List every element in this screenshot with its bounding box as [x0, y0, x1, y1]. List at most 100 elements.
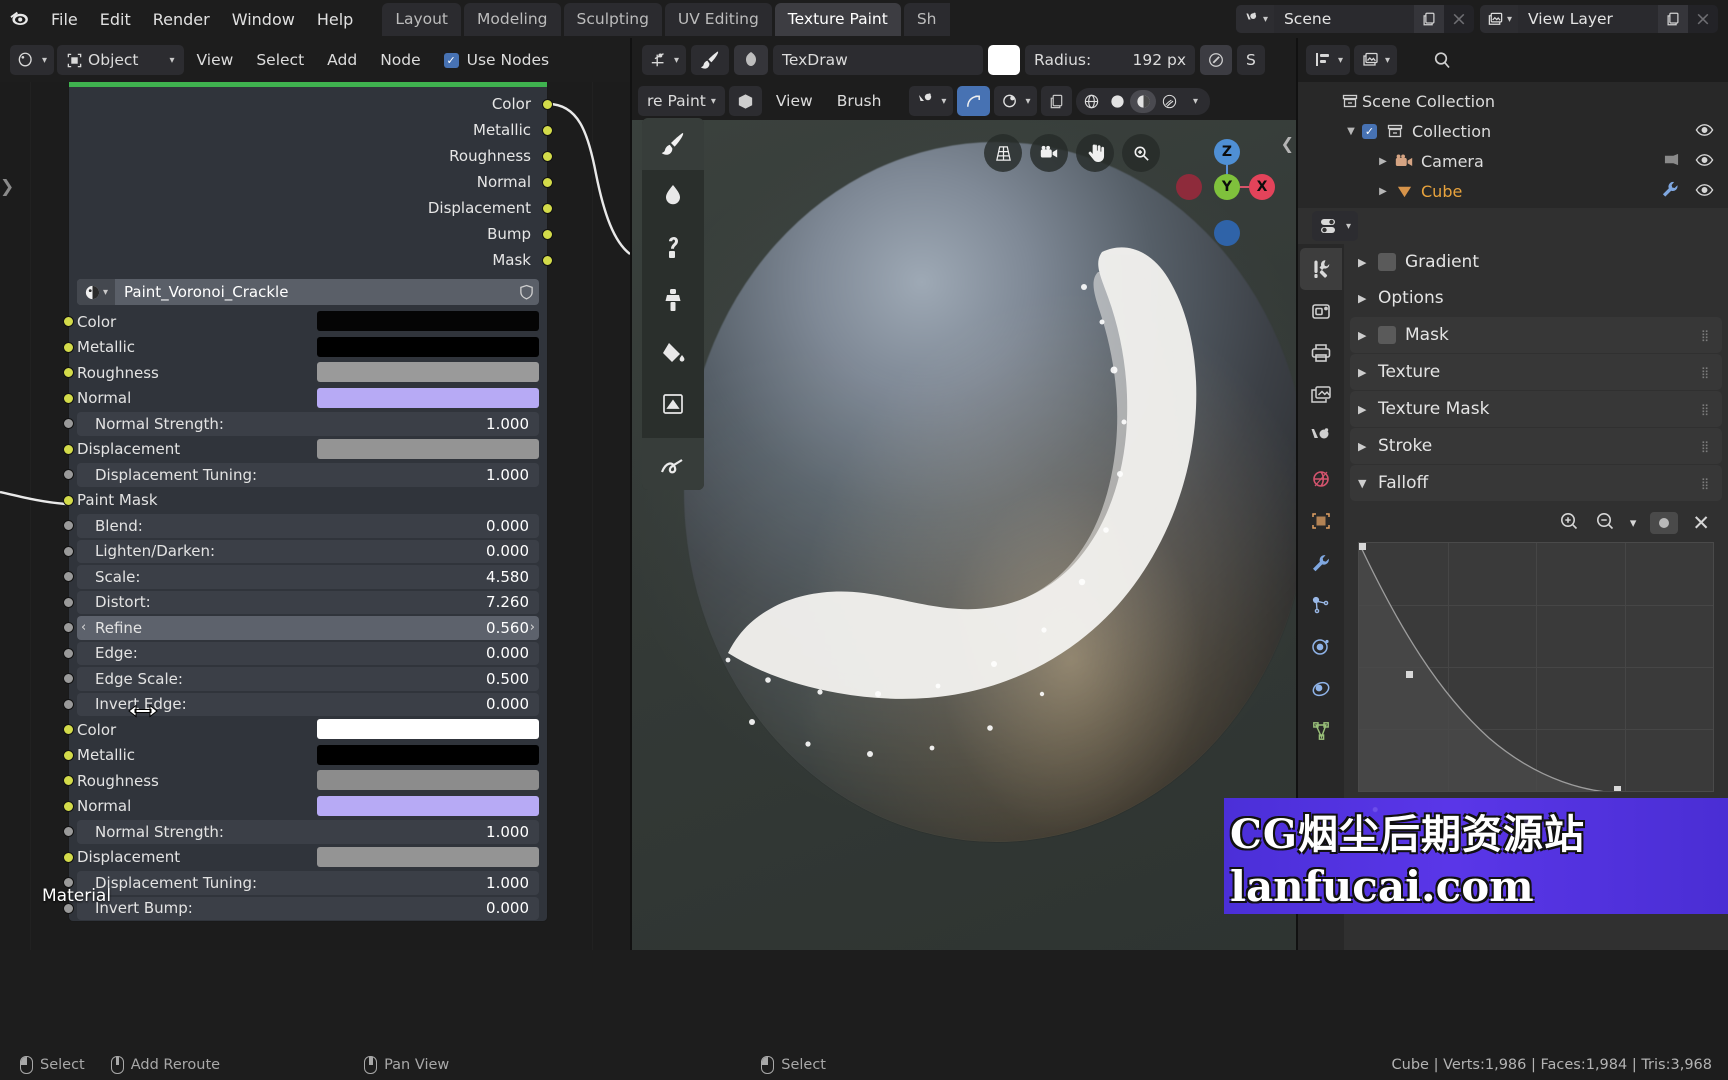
node-prop-row[interactable]: Normal: [63, 794, 539, 820]
close-icon[interactable]: ✕: [1692, 513, 1710, 534]
drag-handle-icon[interactable]: ⣿: [1701, 330, 1710, 341]
node-prop-row[interactable]: ‹ › Refine 0.560: [63, 615, 539, 641]
node-mode-selector[interactable]: Object ▾: [57, 45, 184, 75]
color-swatch[interactable]: [317, 770, 539, 790]
socket-roughness[interactable]: [542, 150, 553, 162]
socket-value[interactable]: [63, 571, 74, 583]
socket-connected[interactable]: [63, 775, 74, 787]
snap-icon[interactable]: [957, 86, 991, 116]
modifier-wrench-icon[interactable]: [1661, 180, 1680, 202]
node-prop-row[interactable]: Metallic: [63, 743, 539, 769]
properties-editor-type-icon[interactable]: ▾: [1312, 211, 1359, 241]
socket-value[interactable]: [63, 469, 74, 481]
blender-logo-icon[interactable]: [0, 0, 40, 38]
curve-point[interactable]: [1614, 786, 1621, 791]
value-slider[interactable]: [77, 641, 539, 665]
chevron-down-icon[interactable]: ▾: [1630, 516, 1637, 531]
color-swatch[interactable]: [317, 846, 539, 867]
visibility-eye-icon[interactable]: [1695, 122, 1714, 141]
shader-node-editor[interactable]: ❯ Color Metallic Roughness Normal Displa…: [0, 82, 630, 950]
tool-draw-icon[interactable]: [642, 118, 704, 170]
tab-scene-icon[interactable]: [1300, 416, 1342, 458]
use-nodes-toggle[interactable]: ✓ Use Nodes: [434, 46, 559, 74]
zoom-out-icon[interactable]: [1594, 510, 1616, 536]
visibility-eye-icon[interactable]: [1695, 182, 1714, 201]
node-prop-row[interactable]: Normal: [63, 386, 539, 412]
color-swatch[interactable]: [317, 362, 539, 382]
chevron-right-icon[interactable]: ▶: [1358, 403, 1378, 416]
new-viewlayer-button[interactable]: [1658, 5, 1688, 33]
search-icon[interactable]: [1425, 45, 1460, 75]
workspace-tab-texture-paint[interactable]: Texture Paint: [774, 2, 901, 36]
socket-connected[interactable]: [63, 800, 74, 812]
menu-edit[interactable]: Edit: [89, 6, 142, 33]
node-prop-row[interactable]: Invert Bump: 0.000: [63, 896, 539, 922]
pressure-icon[interactable]: [1200, 45, 1233, 75]
falloff-curve-widget[interactable]: [1358, 542, 1714, 792]
expand-triangle-icon[interactable]: ▼: [1342, 126, 1360, 137]
panel-falloff[interactable]: ▼ Falloff ⣿: [1350, 465, 1722, 501]
chevron-right-icon[interactable]: ▶: [1358, 329, 1378, 342]
chevron-right-icon[interactable]: ▶: [1358, 256, 1378, 269]
object-icon[interactable]: [728, 86, 762, 116]
socket-connected[interactable]: [63, 443, 74, 455]
mask-swatch[interactable]: [1378, 326, 1396, 344]
node-prop-row[interactable]: Normal Strength: 1.000: [63, 411, 539, 437]
viewlayer-name[interactable]: View Layer: [1518, 5, 1658, 33]
curve-preset-icon[interactable]: [1650, 512, 1679, 534]
view-layer-icon[interactable]: ▾: [1479, 5, 1518, 33]
node-prop-row[interactable]: Roughness: [63, 768, 539, 794]
node-prop-row[interactable]: Lighten/Darken: 0.000: [63, 539, 539, 565]
socket-connected[interactable]: [63, 392, 74, 404]
viewport-menu-view[interactable]: View: [766, 87, 823, 115]
workspace-tab-shading[interactable]: Sh: [903, 2, 950, 36]
socket-value[interactable]: [63, 622, 74, 634]
chevron-right-icon[interactable]: ▶: [1358, 366, 1378, 379]
node-prop-row[interactable]: Paint Mask: [63, 488, 539, 514]
scene-icon[interactable]: ▾: [1235, 5, 1274, 33]
tool-mask-icon[interactable]: [642, 378, 704, 430]
tab-constraints-icon[interactable]: [1300, 668, 1342, 710]
outliner-row-scene-collection[interactable]: Scene Collection: [1298, 86, 1728, 116]
panel-stroke[interactable]: ▶ Stroke ⣿: [1350, 428, 1722, 464]
new-scene-button[interactable]: [1413, 5, 1444, 33]
strength-slider[interactable]: S: [1237, 45, 1265, 75]
socket-value[interactable]: [63, 520, 74, 532]
socket-connected[interactable]: [63, 724, 74, 736]
drag-handle-icon[interactable]: ⣿: [1701, 478, 1710, 489]
navigation-gizmo[interactable]: Z Y X: [1172, 132, 1282, 246]
socket-mask[interactable]: [542, 254, 553, 266]
socket-value[interactable]: [63, 673, 74, 685]
socket-connected[interactable]: [63, 341, 74, 353]
color-swatch[interactable]: [317, 336, 539, 357]
color-swatch[interactable]: [317, 744, 539, 765]
node-output-mask[interactable]: Mask: [69, 247, 553, 273]
node-prop-row[interactable]: Normal Strength: 1.000: [63, 819, 539, 845]
outliner-row-camera[interactable]: ▶ Camera: [1298, 146, 1728, 176]
chevron-right-icon[interactable]: ▶: [1358, 440, 1378, 453]
node-output-color[interactable]: Color: [69, 91, 553, 117]
wireframe-icon[interactable]: [1078, 90, 1104, 113]
menu-window[interactable]: Window: [221, 6, 306, 33]
camera-data-icon[interactable]: [1663, 152, 1680, 171]
panel-gradient[interactable]: ▶ Gradient: [1344, 244, 1728, 280]
shading-dropdown-icon[interactable]: ▾: [1182, 90, 1208, 113]
toggle-perspective-icon[interactable]: [984, 134, 1022, 172]
value-slider[interactable]: [77, 565, 539, 589]
node-prop-row[interactable]: Displacement: [63, 845, 539, 871]
socket-normal[interactable]: [542, 176, 553, 188]
workspace-tab-layout[interactable]: Layout: [382, 2, 462, 36]
outliner-display-icon[interactable]: ▾: [1306, 45, 1351, 75]
socket-metallic[interactable]: [542, 124, 553, 136]
workspace-tab-modeling[interactable]: Modeling: [464, 2, 561, 36]
node-menu-add[interactable]: Add: [317, 46, 367, 74]
color-swatch[interactable]: [317, 795, 539, 816]
socket-value[interactable]: [63, 826, 74, 838]
socket-value[interactable]: [63, 647, 74, 659]
node-prop-row[interactable]: Metallic: [63, 335, 539, 361]
socket-connected[interactable]: [63, 749, 74, 761]
tab-modifier-icon[interactable]: [1300, 542, 1342, 584]
socket-value[interactable]: [63, 596, 74, 608]
tab-particles-icon[interactable]: [1300, 584, 1342, 626]
brush-radius-slider[interactable]: Radius: 192 px: [1025, 45, 1196, 75]
